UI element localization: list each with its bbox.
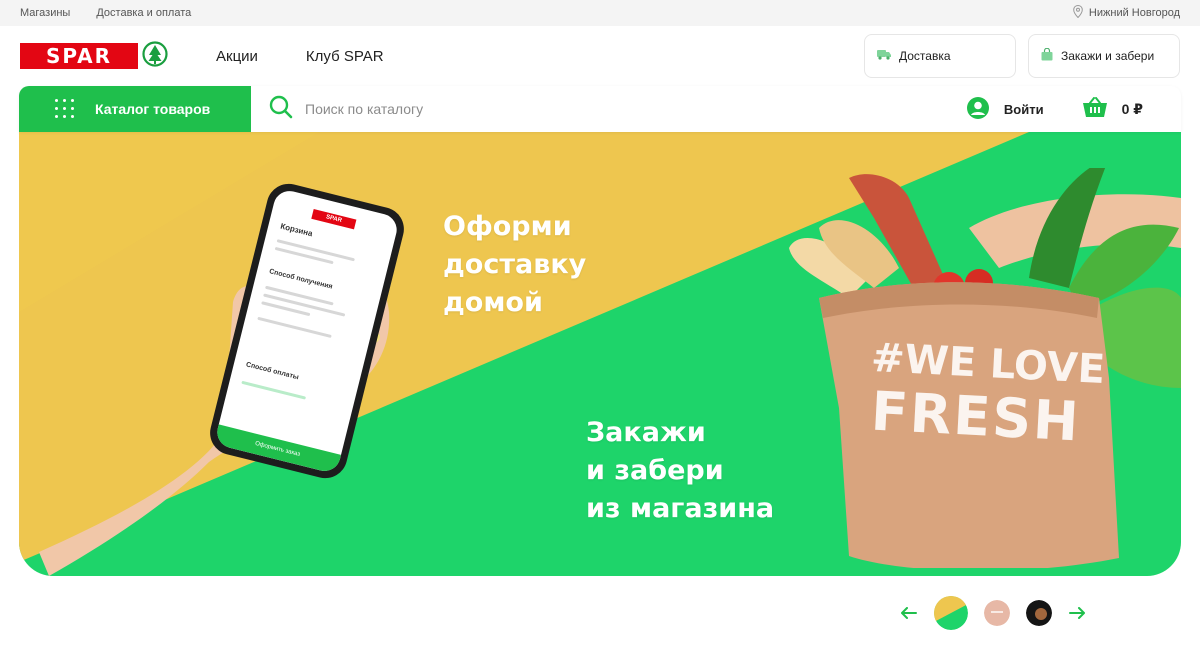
carousel-thumb-2[interactable] (984, 600, 1010, 626)
grocery-bag-image: #WE LOVE FRESH (779, 158, 1181, 573)
spar-tree-icon (142, 40, 168, 72)
search-icon[interactable] (269, 95, 293, 124)
carousel-thumb-3[interactable] (1026, 600, 1052, 626)
truck-icon (877, 49, 891, 63)
top-links: Магазины Доставка и оплата (20, 7, 191, 19)
login-button[interactable]: Войти (966, 96, 1044, 123)
cart-total: 0 ₽ (1121, 100, 1143, 117)
bag-slogan-line-2: FRESH (869, 379, 1082, 454)
search-row: Каталог товаров Войти 0 ₽ (19, 86, 1181, 132)
link-delivery-payment[interactable]: Доставка и оплата (96, 7, 191, 19)
logo-wordmark: SPAR (20, 43, 138, 69)
headline-pickup: Закажи и забери из магазина (586, 414, 774, 528)
city-name: Нижний Новгород (1088, 7, 1180, 19)
location-pin-icon (1073, 4, 1083, 21)
nav-promotions[interactable]: Акции (216, 48, 258, 65)
search-input[interactable] (305, 101, 805, 117)
headline-delivery-line: домой (443, 287, 543, 318)
basket-icon (1082, 96, 1108, 122)
delivery-button[interactable]: Доставка (864, 34, 1016, 78)
carousel-thumb-1[interactable] (934, 596, 968, 630)
nav-spar-club[interactable]: Клуб SPAR (306, 48, 384, 65)
headline-delivery: Оформи доставку домой (443, 208, 586, 322)
shopping-bag-icon (1041, 47, 1053, 64)
cart-button[interactable]: 0 ₽ (1082, 96, 1143, 122)
phone-section-receive: Способ получения (268, 268, 334, 291)
main-nav: Акции Клуб SPAR (216, 48, 384, 65)
phone-logo: SPAR (311, 209, 357, 230)
promo-banner[interactable]: SPAR Корзина Способ получения Способ опл… (19, 132, 1181, 576)
headline-pickup-line: Закажи (586, 417, 706, 448)
pickup-label: Закажи и забери (1061, 49, 1155, 63)
main-header: SPAR Акции Клуб SPAR Доставка Закажи и з… (0, 26, 1200, 86)
phone-title: Корзина (279, 221, 314, 239)
search-area (251, 95, 966, 124)
header-actions: Доставка Закажи и забери (864, 34, 1180, 78)
headline-pickup-line: и забери (586, 455, 724, 486)
arrow-left-icon[interactable] (900, 603, 918, 624)
catalog-button[interactable]: Каталог товаров (19, 86, 251, 132)
catalog-label: Каталог товаров (95, 101, 211, 117)
city-selector[interactable]: Нижний Новгород (1073, 4, 1180, 21)
link-stores[interactable]: Магазины (20, 7, 70, 19)
headline-delivery-line: Оформи (443, 211, 572, 242)
user-icon (966, 96, 990, 123)
headline-delivery-line: доставку (443, 249, 587, 280)
grid-menu-icon (55, 99, 75, 119)
phone-text-line (241, 380, 307, 400)
delivery-label: Доставка (899, 49, 951, 63)
login-label: Войти (1003, 101, 1044, 117)
headline-pickup-line: из магазина (586, 493, 775, 524)
pickup-button[interactable]: Закажи и забери (1028, 34, 1180, 78)
phone-text-line (274, 246, 334, 265)
arrow-right-icon[interactable] (1068, 603, 1086, 624)
spar-logo[interactable]: SPAR (20, 40, 168, 72)
banner-carousel-controls (900, 596, 1086, 630)
phone-section-payment: Способ оплаты (245, 361, 300, 382)
top-utility-bar: Магазины Доставка и оплата Нижний Новгор… (0, 0, 1200, 26)
phone-text-line (257, 316, 332, 339)
